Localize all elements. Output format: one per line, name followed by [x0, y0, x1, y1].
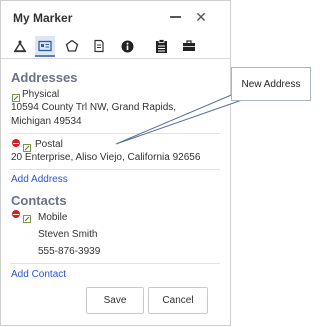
callout-pointer — [115, 92, 243, 145]
callout-box: New Address — [231, 67, 311, 101]
callout-text: New Address — [241, 78, 301, 90]
